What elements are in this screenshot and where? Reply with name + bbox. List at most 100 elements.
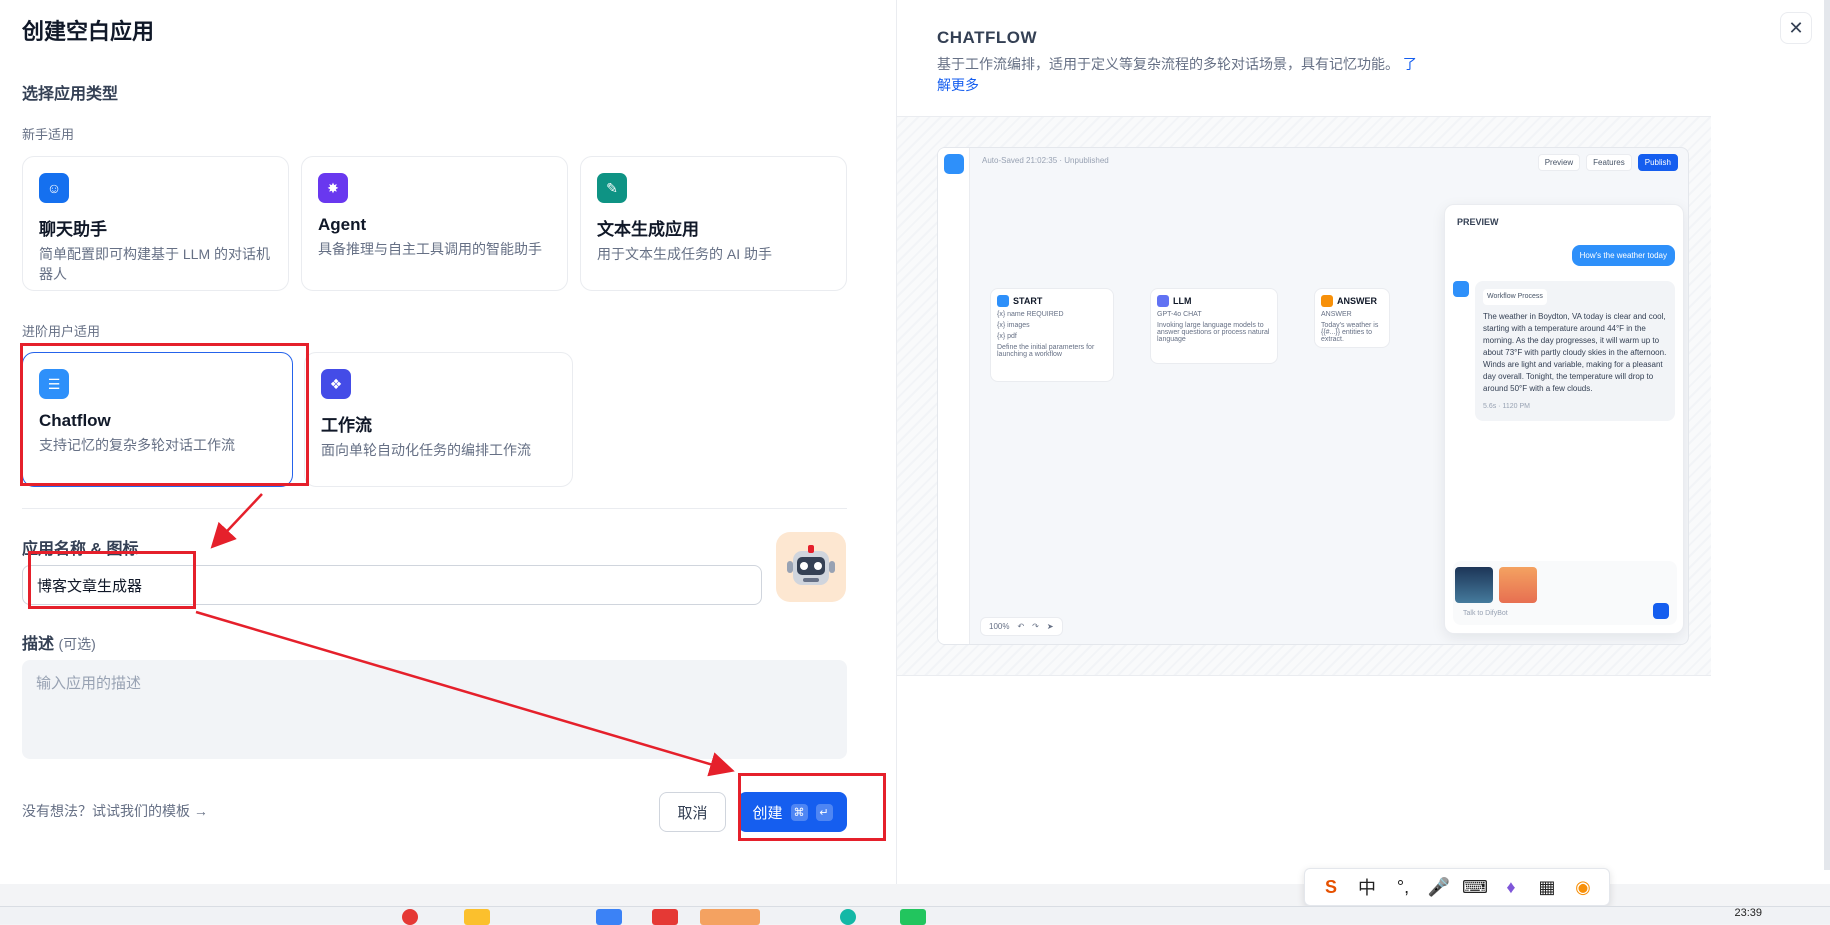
taskbar-active-app[interactable] [700, 909, 760, 925]
skin-icon[interactable]: ♦ [1499, 877, 1523, 898]
image-thumbnail [1455, 567, 1493, 603]
bot-message-text: The weather in Boydton, VA today is clea… [1483, 312, 1667, 393]
node-row: Define the initial parameters for launch… [997, 344, 1095, 358]
redo-icon: ↷ [1032, 622, 1039, 631]
node-row: GPT-4o CHAT [1157, 311, 1202, 318]
node-title: ANSWER [1337, 296, 1377, 306]
workflow-mock-screenshot: Auto-Saved 21:02:35 · Unpublished Previe… [937, 147, 1689, 645]
mock-node-answer: ANSWER ANSWER Today's weather is {{#...}… [1314, 288, 1390, 348]
mock-preview-button: Preview [1537, 154, 1581, 171]
undo-icon: ↶ [1017, 622, 1025, 631]
desc-label-text: 描述 [22, 636, 55, 653]
taskbar-folder-icon[interactable] [464, 909, 490, 925]
card-desc: 支持记忆的复杂多轮对话工作流 [39, 437, 235, 453]
bot-avatar-icon [1453, 281, 1469, 297]
app-type-card-agent[interactable]: ✸ Agent 具备推理与自主工具调用的智能助手 [301, 156, 568, 291]
node-row: ANSWER [1321, 311, 1352, 318]
card-title: 聊天助手 [39, 220, 107, 239]
app-type-card-chatflow[interactable]: ☰ Chatflow 支持记忆的复杂多轮对话工作流 [22, 352, 293, 487]
taskbar-clock[interactable]: 23:39 [1734, 907, 1762, 919]
keyboard-icon[interactable]: ⌨ [1462, 877, 1488, 898]
pointer-icon: ➤ [1046, 622, 1054, 631]
card-desc: 具备推理与自主工具调用的智能助手 [318, 241, 542, 257]
app-type-card-chatbot[interactable]: ☺ 聊天助手 简单配置即可构建基于 LLM 的对话机器人 [22, 156, 289, 291]
app-root: 创建空白应用 选择应用类型 新手适用 ☺ 聊天助手 简单配置即可构建基于 LLM… [0, 0, 1830, 925]
image-thumbnail [1499, 567, 1537, 603]
mock-chat-input: Talk to DifyBot [1453, 561, 1677, 625]
agent-icon: ✸ [318, 173, 348, 203]
chat-bot-message: Workflow Process The weather in Boydton,… [1475, 281, 1675, 421]
divider [22, 508, 847, 509]
card-desc: 用于文本生成任务的 AI 助手 [597, 246, 773, 262]
create-button[interactable]: 创建 ⌘ ↵ [738, 792, 847, 832]
desc-optional-text: (可选) [58, 636, 96, 652]
llm-node-icon [1157, 295, 1169, 307]
create-app-panel: 创建空白应用 选择应用类型 新手适用 ☺ 聊天助手 简单配置即可构建基于 LLM… [0, 0, 896, 884]
chat-user-message: How's the weather today [1571, 245, 1675, 266]
mock-zoom-toolbar: 100% ↶ ↷ ➤ [980, 617, 1063, 636]
enter-key-icon: ↵ [815, 803, 833, 821]
workflow-process-tag: Workflow Process [1483, 289, 1547, 305]
mock-app-icon [943, 154, 964, 174]
app-type-preview-panel: CHATFLOW 基于工作流编排，适用于定义等复杂流程的多轮对话场景，具有记忆功… [896, 0, 1830, 884]
robot-avatar-icon [787, 545, 835, 585]
preview-title: CHATFLOW [937, 28, 1037, 47]
name-field-label: 应用名称 & 图标 [22, 541, 139, 558]
workflow-icon: ❖ [321, 369, 351, 399]
close-button[interactable]: ✕ [1780, 12, 1812, 44]
preview-desc-text: 基于工作流编排，适用于定义等复杂流程的多轮对话场景，具有记忆功能。 [937, 56, 1399, 72]
card-title: 文本生成应用 [597, 220, 699, 239]
ime-chinese-mode[interactable]: 中 [1355, 874, 1379, 900]
card-desc: 简单配置即可构建基于 LLM 的对话机器人 [39, 246, 271, 282]
send-icon [1653, 603, 1669, 619]
answer-node-icon [1321, 295, 1333, 307]
start-node-icon [997, 295, 1009, 307]
scrollbar[interactable] [1824, 0, 1830, 870]
microphone-icon[interactable]: 🎤 [1427, 877, 1451, 898]
app-icon-picker[interactable] [776, 532, 846, 602]
mock-autosave-text: Auto-Saved 21:02:35 · Unpublished [982, 156, 1109, 165]
sogou-logo-icon[interactable]: S [1319, 877, 1343, 898]
taskbar-app-icon[interactable] [840, 909, 856, 925]
mock-node-llm: LLM GPT-4o CHAT Invoking large language … [1150, 288, 1278, 364]
create-button-label: 创建 [752, 804, 783, 822]
mock-toolbar: Preview Features Publish [1537, 154, 1678, 171]
try-templates-link[interactable]: 没有想法？试试我们的模板 → [22, 801, 208, 821]
node-title: LLM [1173, 296, 1192, 306]
advanced-group-label: 进阶用户适用 [22, 324, 101, 339]
taskbar-app-icon[interactable] [900, 909, 926, 925]
app-type-section-title: 选择应用类型 [22, 86, 119, 103]
mock-zoom-level: 100% [989, 622, 1010, 631]
close-icon: ✕ [1788, 17, 1804, 38]
ime-toolbar: S 中 °, 🎤 ⌨ ♦ ▦ ◉ [1304, 868, 1610, 906]
chat-preview-title: PREVIEW [1457, 217, 1499, 227]
card-title: Agent [318, 215, 367, 234]
mascot-icon[interactable]: ◉ [1571, 877, 1595, 898]
desc-field-label: 描述 (可选) [22, 630, 96, 654]
ime-punctuation[interactable]: °, [1391, 877, 1415, 898]
taskbar-app-icon[interactable] [652, 909, 678, 925]
card-title: Chatflow [39, 411, 111, 430]
node-title: START [1013, 296, 1043, 306]
grid-icon[interactable]: ▦ [1535, 877, 1559, 898]
app-type-card-workflow[interactable]: ❖ 工作流 面向单轮自动化任务的编排工作流 [304, 352, 573, 487]
node-row: {x} images [997, 322, 1030, 329]
mock-node-start: START {x} name REQUIRED {x} images {x} p… [990, 288, 1114, 382]
app-name-input[interactable] [22, 565, 762, 605]
bot-message-meta: 5.6s · 1120 PM [1483, 403, 1530, 410]
app-description-input[interactable] [22, 660, 847, 759]
mock-sidebar [938, 148, 970, 644]
app-type-card-text-generation[interactable]: ✎ 文本生成应用 用于文本生成任务的 AI 助手 [580, 156, 847, 291]
node-row: Invoking large language models to answer… [1157, 322, 1270, 343]
taskbar-app-icon[interactable] [402, 909, 418, 925]
node-row: Today's weather is {{#...}} entities to … [1321, 322, 1379, 343]
text-generation-icon: ✎ [597, 173, 627, 203]
taskbar-app-icon[interactable] [596, 909, 622, 925]
preview-description: 基于工作流编排，适用于定义等复杂流程的多轮对话场景，具有记忆功能。 了解更多 [937, 54, 1417, 96]
taskbar: 23:39 [0, 906, 1830, 925]
cancel-button[interactable]: 取消 [659, 792, 726, 832]
card-title: 工作流 [321, 416, 372, 435]
preview-image-area: Auto-Saved 21:02:35 · Unpublished Previe… [897, 116, 1711, 676]
chatflow-icon: ☰ [39, 369, 69, 399]
dialog-title: 创建空白应用 [22, 19, 155, 44]
